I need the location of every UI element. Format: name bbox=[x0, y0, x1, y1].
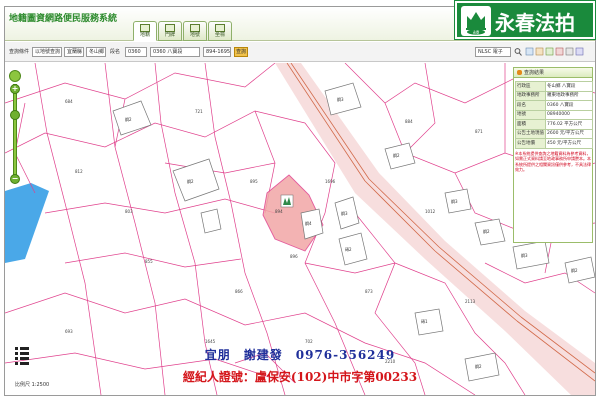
building-label: 鋼2 bbox=[393, 152, 400, 158]
row-value: 450 元/平方公尺 bbox=[545, 138, 593, 149]
section-label: 段名 bbox=[110, 49, 121, 55]
building-label: 磚2 bbox=[345, 246, 352, 252]
row-value: 2600 元/平方公尺 bbox=[545, 128, 593, 139]
building-label: 鋼2 bbox=[187, 178, 194, 184]
row-value: 0360 八寶段 bbox=[545, 100, 593, 111]
row-key: 面積 bbox=[515, 119, 546, 130]
section-select[interactable]: 0360 八寶段 bbox=[150, 47, 200, 57]
row-key: 地政事務所 bbox=[515, 90, 546, 101]
row-key: 公告地價 bbox=[515, 138, 546, 149]
tab-label: 坐標 bbox=[214, 32, 225, 38]
parcel-label: 1696 bbox=[325, 179, 336, 184]
parcel-label: 896 bbox=[290, 254, 298, 259]
town-select[interactable]: 冬山鄉 bbox=[86, 47, 106, 57]
search-type-label: 查詢條件 bbox=[9, 49, 30, 55]
row-key: 行政區 bbox=[515, 81, 546, 92]
parcel-label: 684 bbox=[65, 99, 73, 104]
parcel-label: 803 bbox=[125, 209, 133, 214]
zoom-out-button[interactable]: − bbox=[10, 174, 20, 184]
panel-title: 查詢結果 bbox=[524, 70, 545, 76]
query-toolbar: 查詢條件 以地號查詢 宜蘭縣 冬山鄉 段名 0360 0360 八寶段 894-… bbox=[5, 42, 595, 62]
agent-contact: 宜朋 謝建發 0976-356249 bbox=[204, 348, 396, 362]
pin-icon bbox=[215, 24, 225, 32]
tab-label: 地號 bbox=[189, 32, 200, 38]
parcel-label: 812 bbox=[75, 169, 83, 174]
water-body bbox=[5, 183, 49, 263]
parcel-label: 873 bbox=[365, 289, 373, 294]
parcel-label: 894 bbox=[275, 209, 283, 214]
agency-emblem-icon: 永春 bbox=[461, 6, 491, 36]
zoom-in-button[interactable]: + bbox=[10, 84, 20, 94]
result-table: 行政區 冬山鄉 八寶段 地政事務所 羅東地政事務所 段名 0360 八寶段 地號 089… bbox=[515, 81, 593, 149]
map-icon bbox=[140, 24, 150, 32]
building-label: 鋼4 bbox=[305, 220, 312, 226]
building-label: 鋼2 bbox=[571, 267, 578, 273]
tool-icons-strip bbox=[525, 47, 585, 57]
section-code-input[interactable]: 0360 bbox=[125, 47, 147, 57]
logo-text: 永春法拍 bbox=[495, 11, 575, 35]
row-key: 公告土地現值 bbox=[515, 128, 546, 139]
building-label: 磚1 bbox=[421, 318, 428, 324]
parcel-label: 895 bbox=[250, 179, 258, 184]
house-icon bbox=[165, 24, 175, 32]
tab-label: 地籍 bbox=[139, 32, 150, 38]
zoom-slider[interactable] bbox=[13, 84, 17, 182]
parcel-label: 866 bbox=[235, 289, 243, 294]
building-label: 鋼3 bbox=[521, 252, 528, 258]
tab-cadastral[interactable]: 地籍 bbox=[133, 21, 157, 41]
building-label: 鋼2 bbox=[483, 228, 490, 234]
county-select[interactable]: 宜蘭縣 bbox=[64, 47, 84, 57]
table-row: 地政事務所 羅東地政事務所 bbox=[515, 90, 593, 101]
parcel-label: 855 bbox=[145, 259, 153, 264]
search-type-select[interactable]: 以地號查詢 bbox=[32, 47, 62, 57]
row-value: 776.02 平方公尺 bbox=[545, 119, 593, 130]
tab-doorplate[interactable]: 門牌 bbox=[158, 21, 182, 41]
row-value: 冬山鄉 八寶段 bbox=[545, 81, 593, 92]
parcel-label: 721 bbox=[195, 109, 203, 114]
app-title: 地籍圖資網路便民服務系統 bbox=[9, 14, 118, 24]
parcel-label: 884 bbox=[405, 119, 413, 124]
parcel-label: 1645 bbox=[205, 339, 216, 344]
document-icon bbox=[190, 24, 200, 32]
tab-label: 門牌 bbox=[164, 32, 175, 38]
row-value: 08940000 bbox=[545, 109, 593, 120]
row-key: 地號 bbox=[515, 109, 546, 120]
parcel-label: 702 bbox=[305, 339, 313, 344]
table-row: 段名 0360 八寶段 bbox=[515, 100, 593, 111]
tab-lot-number[interactable]: 地號 bbox=[183, 21, 207, 41]
building-label: 鋼3 bbox=[337, 96, 344, 102]
panel-disclaimer: ※本系統提供查詢之地籍資料為參考資料，如需正式資料請至地政事務所申請謄本。本系統… bbox=[515, 150, 591, 173]
table-row: 面積 776.02 平方公尺 bbox=[515, 119, 593, 130]
building-label: 鋼3 bbox=[341, 210, 348, 216]
emblem-label: 永春 bbox=[473, 29, 480, 34]
row-value: 羅東地政事務所 bbox=[545, 90, 593, 101]
lot-number-input[interactable]: 894-1695 bbox=[203, 47, 231, 57]
location-marker-icon bbox=[280, 194, 294, 208]
table-row: 公告地價 450 元/平方公尺 bbox=[515, 138, 593, 149]
building-label: 鋼3 bbox=[451, 198, 458, 204]
parcel-label: 2113 bbox=[465, 299, 476, 304]
building-label: 鋼2 bbox=[125, 116, 132, 122]
basemap-select[interactable]: NLSC 電子 bbox=[475, 47, 511, 57]
agent-license: 經紀人證號：盧保安(102)中市字第00233 bbox=[182, 370, 418, 384]
table-row: 行政區 冬山鄉 八寶段 bbox=[515, 81, 593, 92]
query-result-panel: 查詢結果 行政區 冬山鄉 八寶段 地政事務所 羅東地政事務所 段名 0360 八寶段 … bbox=[513, 67, 593, 243]
search-icon[interactable] bbox=[514, 47, 522, 57]
result-icon bbox=[517, 70, 522, 75]
parcel-label: 1012 bbox=[425, 209, 436, 214]
row-key: 段名 bbox=[515, 100, 546, 111]
zoom-control[interactable]: + − bbox=[9, 70, 21, 188]
query-button[interactable]: 查詢 bbox=[234, 47, 248, 57]
table-row: 公告土地現值 2600 元/平方公尺 bbox=[515, 128, 593, 139]
parcel-label: 871 bbox=[475, 129, 483, 134]
pan-control-icon[interactable] bbox=[9, 70, 21, 82]
browser-frame: 地籍圖資網路便民服務系統 地籍 門牌 地號 坐標 查詢條件 以地號查詢 宜蘭縣 … bbox=[4, 6, 596, 396]
zoom-slider-handle[interactable] bbox=[10, 109, 20, 120]
tab-coordinates[interactable]: 坐標 bbox=[208, 21, 232, 41]
parcel-label: 693 bbox=[65, 329, 73, 334]
panel-header[interactable]: 查詢結果 bbox=[514, 68, 592, 78]
brand-logo: 永春 永春法拍 bbox=[454, 0, 596, 40]
table-row: 地號 08940000 bbox=[515, 109, 593, 120]
